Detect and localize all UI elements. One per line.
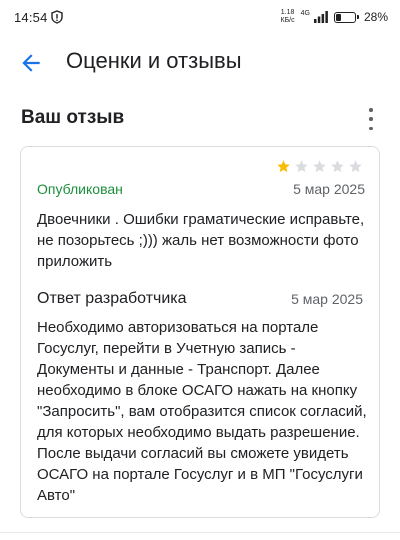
app-bar: Оценки и отзывы [0, 40, 400, 84]
network-speed-value: 1.18 [280, 9, 295, 16]
rating-stars [276, 159, 363, 174]
star-filled-icon [277, 160, 290, 173]
review-date: 5 мар 2025 [293, 181, 365, 197]
developer-reply-date: 5 мар 2025 [291, 291, 363, 307]
review-status: Опубликован [37, 181, 123, 197]
signal-icon [313, 11, 328, 23]
review-card: Опубликован 5 мар 2025 Двоечники . Ошибк… [20, 146, 380, 518]
arrow-back-icon[interactable] [18, 50, 44, 76]
battery-percent: 28% [363, 10, 388, 24]
section-title: Ваш отзыв [21, 107, 125, 128]
battery-icon [333, 11, 359, 23]
status-time: 14:54 [14, 10, 48, 25]
star-empty-icon [295, 160, 308, 173]
network-speed: 1.18 КБ/с [281, 9, 295, 25]
network-speed-unit: КБ/с [280, 17, 295, 24]
star-empty-icon [313, 160, 326, 173]
star-empty-icon [331, 160, 344, 173]
review-status-row: Опубликован 5 мар 2025 [37, 181, 365, 201]
status-indicators: 1.18 КБ/с 4G 28% [281, 8, 389, 26]
status-bar: 14:54 1.18 КБ/с 4G 28% [0, 0, 400, 34]
battery-level-fill [335, 13, 341, 21]
star-empty-icon [349, 160, 362, 173]
page-title: Оценки и отзывы [66, 48, 242, 73]
developer-reply-text: Необходимо авторизоваться на портале Гос… [37, 319, 367, 504]
divider [0, 532, 400, 533]
more-vert-icon[interactable] [366, 108, 376, 130]
alert-shield-icon [51, 10, 63, 24]
section-header: Ваш отзыв [0, 100, 400, 134]
review-text: Двоечники . Ошибки граматические исправь… [37, 211, 365, 270]
developer-reply-title: Ответ разработчика [37, 290, 187, 307]
network-type: 4G [300, 9, 310, 17]
